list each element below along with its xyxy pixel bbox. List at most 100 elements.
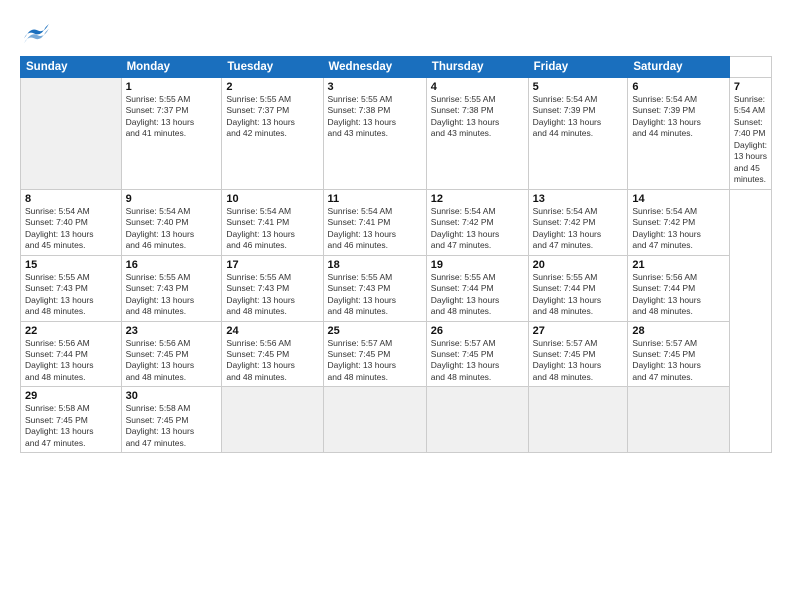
day-cell: 6Sunrise: 5:54 AMSunset: 7:39 PMDaylight… [628, 78, 730, 190]
day-info: Sunrise: 5:55 AMSunset: 7:43 PMDaylight:… [226, 272, 318, 318]
day-cell: 25Sunrise: 5:57 AMSunset: 7:45 PMDayligh… [323, 321, 426, 387]
day-number: 11 [328, 193, 422, 205]
day-number: 24 [226, 325, 318, 337]
day-info: Sunrise: 5:55 AMSunset: 7:38 PMDaylight:… [328, 94, 422, 140]
col-header-sunday: Sunday [21, 57, 122, 78]
day-number: 19 [431, 259, 524, 271]
day-info: Sunrise: 5:55 AMSunset: 7:38 PMDaylight:… [431, 94, 524, 140]
day-info: Sunrise: 5:56 AMSunset: 7:44 PMDaylight:… [632, 272, 725, 318]
day-cell: 30Sunrise: 5:58 AMSunset: 7:45 PMDayligh… [121, 387, 222, 453]
day-number: 21 [632, 259, 725, 271]
day-info: Sunrise: 5:55 AMSunset: 7:43 PMDaylight:… [328, 272, 422, 318]
day-cell: 22Sunrise: 5:56 AMSunset: 7:44 PMDayligh… [21, 321, 122, 387]
day-info: Sunrise: 5:58 AMSunset: 7:45 PMDaylight:… [25, 403, 117, 449]
day-number: 17 [226, 259, 318, 271]
day-number: 23 [126, 325, 218, 337]
day-cell: 21Sunrise: 5:56 AMSunset: 7:44 PMDayligh… [628, 255, 730, 321]
day-number: 30 [126, 390, 218, 402]
day-info: Sunrise: 5:57 AMSunset: 7:45 PMDaylight:… [632, 338, 725, 384]
day-info: Sunrise: 5:54 AMSunset: 7:42 PMDaylight:… [533, 206, 624, 252]
header-row: SundayMondayTuesdayWednesdayThursdayFrid… [21, 57, 772, 78]
day-number: 15 [25, 259, 117, 271]
day-number: 26 [431, 325, 524, 337]
day-cell: 3Sunrise: 5:55 AMSunset: 7:38 PMDaylight… [323, 78, 426, 190]
day-info: Sunrise: 5:57 AMSunset: 7:45 PMDaylight:… [533, 338, 624, 384]
day-number: 8 [25, 193, 117, 205]
day-cell: 7Sunrise: 5:54 AMSunset: 7:40 PMDaylight… [729, 78, 771, 190]
day-number: 16 [126, 259, 218, 271]
day-number: 7 [734, 81, 767, 93]
day-info: Sunrise: 5:55 AMSunset: 7:43 PMDaylight:… [126, 272, 218, 318]
col-header-saturday: Saturday [628, 57, 730, 78]
day-info: Sunrise: 5:54 AMSunset: 7:42 PMDaylight:… [632, 206, 725, 252]
day-cell: 24Sunrise: 5:56 AMSunset: 7:45 PMDayligh… [222, 321, 323, 387]
day-info: Sunrise: 5:56 AMSunset: 7:45 PMDaylight:… [126, 338, 218, 384]
day-info: Sunrise: 5:54 AMSunset: 7:40 PMDaylight:… [126, 206, 218, 252]
logo [20, 16, 56, 48]
day-cell: 27Sunrise: 5:57 AMSunset: 7:45 PMDayligh… [528, 321, 628, 387]
day-cell: 10Sunrise: 5:54 AMSunset: 7:41 PMDayligh… [222, 189, 323, 255]
day-cell: 1Sunrise: 5:55 AMSunset: 7:37 PMDaylight… [121, 78, 222, 190]
day-number: 9 [126, 193, 218, 205]
day-cell: 28Sunrise: 5:57 AMSunset: 7:45 PMDayligh… [628, 321, 730, 387]
day-info: Sunrise: 5:55 AMSunset: 7:37 PMDaylight:… [226, 94, 318, 140]
day-cell [323, 387, 426, 453]
week-row-3: 15 Sunrise: 5:55 AMSunset: 7:43 PMDayligh… [21, 255, 772, 321]
day-cell: 16Sunrise: 5:55 AMSunset: 7:43 PMDayligh… [121, 255, 222, 321]
day-number: 10 [226, 193, 318, 205]
day-info: Sunrise: 5:54 AMSunset: 7:41 PMDaylight:… [328, 206, 422, 252]
day-info: Sunrise: 5:57 AMSunset: 7:45 PMDaylight:… [431, 338, 524, 384]
day-info: Sunrise: 5:54 AMSunset: 7:40 PMDaylight:… [25, 206, 117, 252]
day-number: 4 [431, 81, 524, 93]
day-number: 28 [632, 325, 725, 337]
day-info: Sunrise: 5:55 AMSunset: 7:44 PMDaylight:… [533, 272, 624, 318]
day-number: 13 [533, 193, 624, 205]
day-cell: 8Sunrise: 5:54 AMSunset: 7:40 PMDaylight… [21, 189, 122, 255]
day-number: 29 [25, 390, 117, 402]
day-cell [628, 387, 730, 453]
week-row-1: 1Sunrise: 5:55 AMSunset: 7:37 PMDaylight… [21, 78, 772, 190]
day-info: Sunrise: 5:54 AMSunset: 7:39 PMDaylight:… [533, 94, 624, 140]
day-number: 12 [431, 193, 524, 205]
day-cell: 9Sunrise: 5:54 AMSunset: 7:40 PMDaylight… [121, 189, 222, 255]
day-info: Sunrise: 5:54 AMSunset: 7:40 PMDaylight:… [734, 94, 767, 186]
day-cell: 29Sunrise: 5:58 AMSunset: 7:45 PMDayligh… [21, 387, 122, 453]
day-cell: 13Sunrise: 5:54 AMSunset: 7:42 PMDayligh… [528, 189, 628, 255]
day-cell [222, 387, 323, 453]
day-info: Sunrise: 5:55 AMSunset: 7:44 PMDaylight:… [431, 272, 524, 318]
col-header-monday: Monday [121, 57, 222, 78]
col-header-tuesday: Tuesday [222, 57, 323, 78]
day-info: Sunrise: 5:56 AMSunset: 7:45 PMDaylight:… [226, 338, 318, 384]
day-cell: 4Sunrise: 5:55 AMSunset: 7:38 PMDaylight… [426, 78, 528, 190]
day-info: Sunrise: 5:55 AMSunset: 7:37 PMDaylight:… [126, 94, 218, 140]
day-cell: 26Sunrise: 5:57 AMSunset: 7:45 PMDayligh… [426, 321, 528, 387]
calendar: SundayMondayTuesdayWednesdayThursdayFrid… [20, 56, 772, 453]
day-cell: 12Sunrise: 5:54 AMSunset: 7:42 PMDayligh… [426, 189, 528, 255]
day-number: 1 [126, 81, 218, 93]
week-row-5: 29Sunrise: 5:58 AMSunset: 7:45 PMDayligh… [21, 387, 772, 453]
day-cell: 2Sunrise: 5:55 AMSunset: 7:37 PMDaylight… [222, 78, 323, 190]
day-info: Sunrise: 5:56 AMSunset: 7:44 PMDaylight:… [25, 338, 117, 384]
day-cell: 23Sunrise: 5:56 AMSunset: 7:45 PMDayligh… [121, 321, 222, 387]
day-number: 18 [328, 259, 422, 271]
week-row-2: 8Sunrise: 5:54 AMSunset: 7:40 PMDaylight… [21, 189, 772, 255]
page: SundayMondayTuesdayWednesdayThursdayFrid… [0, 0, 792, 612]
day-number: 3 [328, 81, 422, 93]
day-number: 2 [226, 81, 318, 93]
header [20, 16, 772, 48]
day-cell [21, 78, 122, 190]
week-row-4: 22Sunrise: 5:56 AMSunset: 7:44 PMDayligh… [21, 321, 772, 387]
col-header-thursday: Thursday [426, 57, 528, 78]
day-number: 27 [533, 325, 624, 337]
day-number: 22 [25, 325, 117, 337]
day-cell: 5Sunrise: 5:54 AMSunset: 7:39 PMDaylight… [528, 78, 628, 190]
day-info: Sunrise: 5:54 AMSunset: 7:42 PMDaylight:… [431, 206, 524, 252]
day-cell: 20Sunrise: 5:55 AMSunset: 7:44 PMDayligh… [528, 255, 628, 321]
day-number: 20 [533, 259, 624, 271]
day-info: Sunrise: 5:54 AMSunset: 7:39 PMDaylight:… [632, 94, 725, 140]
day-cell: 11Sunrise: 5:54 AMSunset: 7:41 PMDayligh… [323, 189, 426, 255]
logo-icon [20, 16, 52, 48]
day-cell: 15Sunrise: 5:55 AMSunset: 7:43 PMDayligh… [21, 255, 122, 321]
col-header-wednesday: Wednesday [323, 57, 426, 78]
day-cell: 18Sunrise: 5:55 AMSunset: 7:43 PMDayligh… [323, 255, 426, 321]
